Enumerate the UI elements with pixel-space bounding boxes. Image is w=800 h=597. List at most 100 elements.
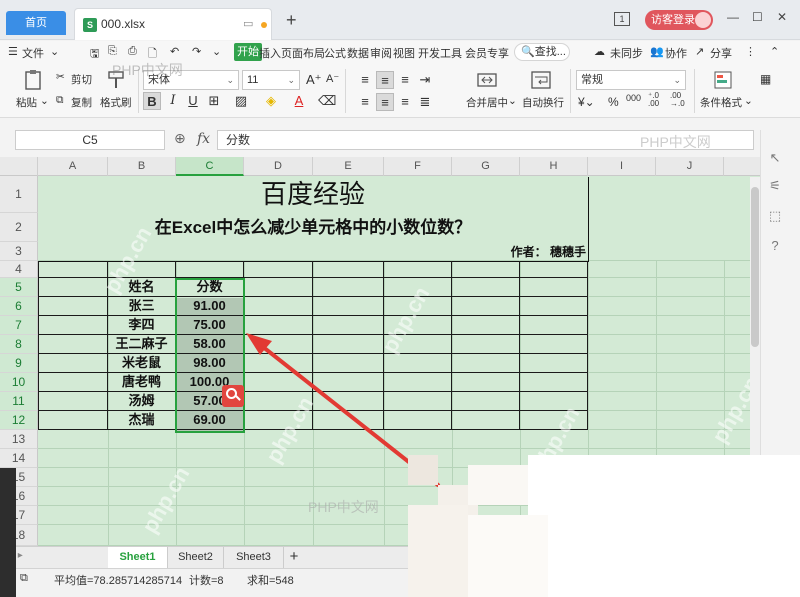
merge-center-label[interactable]: 合并居中 [466, 95, 508, 110]
thousands-icon[interactable]: 000 [626, 94, 641, 103]
file-tab-label: 000.xlsx [101, 17, 146, 31]
cut-label[interactable]: 剪切 [71, 72, 92, 87]
search-icon: 🔍 [521, 46, 535, 58]
export-pdf-icon[interactable]: ⎘ [108, 45, 117, 58]
align-left-icon[interactable]: ≡ [356, 93, 374, 111]
conditional-format-icon[interactable] [712, 69, 734, 91]
print-icon[interactable]: ⎙ [128, 45, 137, 58]
wrap-text-icon[interactable] [530, 69, 552, 91]
align-top-icon[interactable]: ≡ [356, 71, 374, 89]
search-box[interactable]: 🔍查找... [514, 43, 570, 61]
sync-label[interactable]: 未同步 [610, 45, 643, 61]
tab-file[interactable]: S 000.xlsx ▭ [74, 8, 272, 40]
login-button[interactable]: 访客登录 [645, 10, 713, 30]
menu-file[interactable]: 文件 [22, 45, 44, 61]
help-icon[interactable]: ? [767, 238, 783, 254]
decrease-decimal-icon[interactable]: .00 →.0 [670, 92, 685, 108]
tab-home[interactable]: 首页 [6, 11, 66, 35]
sheet-tab-1[interactable]: Sheet1 [108, 547, 168, 568]
chevron-down-icon[interactable]: ⌄ [212, 45, 221, 58]
title-bar: 首页 S 000.xlsx ▭ + 1 访客登录 — ☐ ✕ [0, 0, 800, 40]
fill-color-icon[interactable]: ◈ [262, 92, 280, 110]
chevron-down-icon: ⌄ [673, 75, 681, 85]
sync-icon[interactable]: ☁ [594, 45, 605, 58]
new-tab-button[interactable]: + [286, 10, 297, 31]
function-icon[interactable]: fx [197, 131, 210, 147]
fill-pattern-icon[interactable]: ▨ [232, 92, 250, 110]
menu-page-layout[interactable]: 页面布局 [281, 45, 325, 61]
menu-formula[interactable]: 公式 [324, 45, 346, 61]
font-shrink-icon[interactable]: A⁻ [326, 72, 339, 85]
select-icon[interactable]: ⬚ [767, 208, 783, 224]
font-color-icon[interactable]: A [290, 92, 308, 110]
font-size-select[interactable]: 11 ⌄ [242, 70, 300, 90]
underline-icon[interactable]: U [184, 92, 202, 110]
name-box[interactable]: C5 [15, 130, 165, 150]
align-right-icon[interactable]: ≡ [396, 93, 414, 111]
share-icon[interactable]: ↗ [695, 45, 704, 58]
more-icon[interactable]: ⋮ [745, 45, 756, 58]
desktop-edge [0, 468, 16, 597]
chevron-down-icon[interactable]: ⌄ [50, 45, 59, 58]
sheet-tab-3[interactable]: Sheet3 [224, 547, 284, 568]
font-grow-icon[interactable]: A⁺ [306, 72, 322, 88]
maximize-icon[interactable]: ☐ [752, 10, 763, 24]
close-icon[interactable]: ✕ [777, 10, 787, 24]
paste-label[interactable]: 粘贴 [16, 95, 37, 110]
conditional-format-label[interactable]: 条件格式 [700, 95, 742, 110]
zoom-icon[interactable]: ⊕ [174, 130, 186, 147]
menu-insert[interactable]: 插入 [259, 45, 281, 61]
menu-start[interactable]: 开始 [234, 43, 262, 61]
status-icon[interactable]: ⧉ [20, 572, 28, 585]
hamburger-icon[interactable]: ☰ [8, 45, 18, 58]
chevron-down-icon[interactable]: ⌄ [40, 95, 49, 107]
menu-view[interactable]: 视图 [393, 45, 415, 61]
window-count-badge[interactable]: 1 [614, 12, 630, 26]
undo-icon[interactable]: ↶ [170, 45, 179, 58]
justify-icon[interactable]: ≣ [416, 93, 434, 111]
collab-label[interactable]: 协作 [665, 45, 687, 61]
border-icon[interactable]: ⊞ [205, 92, 223, 110]
bold-icon[interactable]: B [143, 92, 161, 110]
monitor-icon[interactable]: ▭ [243, 17, 253, 30]
minimize-icon[interactable]: — [727, 10, 739, 24]
collapse-ribbon-icon[interactable]: ⌃ [770, 45, 779, 58]
indent-icon[interactable]: ⇥ [416, 71, 434, 89]
collab-icon[interactable]: 👥 [650, 45, 664, 58]
copy-label[interactable]: 复制 [71, 95, 92, 110]
status-average: 平均值=78.285714285714 [54, 575, 183, 587]
share-label[interactable]: 分享 [710, 45, 732, 61]
align-middle-icon[interactable]: ≡ [376, 71, 394, 89]
chevron-down-icon[interactable]: ⌄ [744, 95, 753, 107]
table-style-icon[interactable]: ▦ [760, 72, 771, 86]
currency-icon[interactable]: ¥⌄ [578, 95, 595, 109]
sheet-tab-2[interactable]: Sheet2 [168, 547, 224, 568]
paste-icon[interactable] [22, 69, 44, 91]
redo-icon[interactable]: ↷ [192, 45, 201, 58]
settings-slider-icon[interactable]: ⚟ [767, 178, 783, 194]
number-format-value: 常规 [581, 74, 603, 86]
unsaved-dot-icon [261, 22, 267, 28]
menu-developer[interactable]: 开发工具 [418, 45, 462, 61]
increase-decimal-icon[interactable]: ⁺.0.00 [648, 92, 659, 108]
copy-icon[interactable]: ⧉ [56, 94, 64, 107]
menu-review[interactable]: 审阅 [370, 45, 392, 61]
add-sheet-button[interactable]: + [284, 547, 304, 568]
scissors-icon[interactable]: ✂ [56, 71, 65, 83]
format-painter-label[interactable]: 格式刷 [100, 95, 132, 110]
wrap-text-label[interactable]: 自动换行 [522, 95, 564, 110]
scrollbar-thumb[interactable] [751, 187, 759, 347]
pointer-icon[interactable]: ↖ [767, 150, 783, 166]
italic-icon[interactable]: I [164, 92, 182, 110]
chevron-down-icon[interactable]: ⌄ [508, 95, 517, 107]
ribbon-separator [570, 69, 571, 113]
menu-member[interactable]: 会员专享 [465, 45, 509, 61]
merge-center-icon[interactable] [476, 69, 498, 91]
number-format-select[interactable]: 常规 ⌄ [576, 70, 686, 90]
align-bottom-icon[interactable]: ≡ [396, 71, 414, 89]
save-icon[interactable]: 🖫 [90, 45, 99, 64]
align-center-icon[interactable]: ≡ [376, 93, 394, 111]
menu-data[interactable]: 数据 [347, 45, 369, 61]
percent-icon[interactable]: % [608, 95, 619, 109]
clear-format-icon[interactable]: ⌫ [318, 92, 336, 110]
